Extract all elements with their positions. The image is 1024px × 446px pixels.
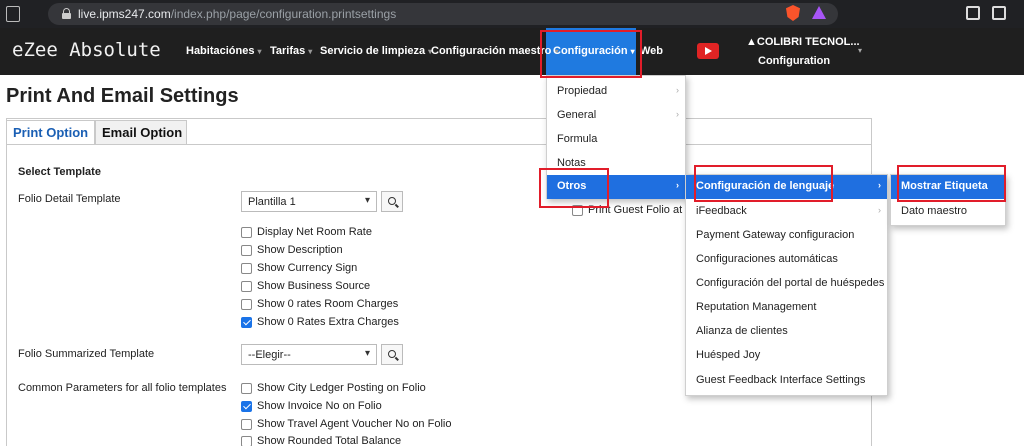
url-text: live.ipms247.com/index.php/page/configur…	[78, 7, 397, 21]
menu-item-dato-maestro[interactable]: Dato maestro	[891, 200, 1005, 224]
user-icon: ▲	[746, 36, 757, 48]
checkbox-box[interactable]	[241, 226, 252, 238]
browser-toolbar: live.ipms247.com/index.php/page/configur…	[0, 0, 1024, 28]
brave-rewards-icon[interactable]	[812, 6, 826, 19]
select-template-heading: Select Template	[18, 166, 101, 178]
checkbox-show-0-room-charges[interactable]: Show 0 rates Room Charges	[241, 298, 398, 310]
sidebar-toggle-icon[interactable]	[966, 6, 980, 20]
chevron-right-icon: ›	[878, 205, 881, 215]
menu-item-portal-huespedes[interactable]: Configuración del portal de huéspedes	[686, 272, 887, 296]
page-title: Print And Email Settings	[6, 85, 239, 107]
menu-item-config-automaticas[interactable]: Configuraciones automáticas	[686, 248, 887, 272]
checkbox-show-currency-sign[interactable]: Show Currency Sign	[241, 262, 357, 274]
checkbox-box[interactable]	[241, 382, 252, 394]
nav-tarifas[interactable]: Tarifas ▾	[270, 45, 312, 57]
checkbox-box-checked[interactable]	[241, 316, 252, 328]
folio-detail-label: Folio Detail Template	[18, 193, 121, 205]
checkbox-invoice-no[interactable]: Show Invoice No on Folio	[241, 400, 382, 412]
checkbox-display-net-room-rate[interactable]: Display Net Room Rate	[241, 226, 372, 238]
common-params-label: Common Parameters for all folio template…	[18, 382, 227, 394]
checkbox-box[interactable]	[241, 280, 252, 292]
user-subtitle: Configuration	[758, 55, 831, 67]
user-name[interactable]: ▲COLIBRI TECNOL...	[746, 36, 860, 48]
annotation-box-lenguaje	[694, 165, 833, 202]
chevron-right-icon: ›	[878, 180, 881, 190]
chevron-down-icon: ▾	[364, 195, 370, 206]
otros-submenu: Configuración de lenguaje › iFeedback › Pa…	[685, 174, 888, 396]
chevron-right-icon: ›	[676, 109, 679, 119]
annotation-box-otros	[539, 168, 609, 208]
chevron-right-icon: ›	[676, 180, 679, 190]
checkbox-show-0-extra-charges[interactable]: Show 0 Rates Extra Charges	[241, 316, 399, 328]
tab-print-option[interactable]: Print Option	[6, 120, 95, 144]
checkbox-show-business-source[interactable]: Show Business Source	[241, 280, 370, 292]
window-icon[interactable]	[992, 6, 1006, 20]
youtube-icon[interactable]	[697, 43, 719, 59]
folio-summarized-label: Folio Summarized Template	[18, 348, 155, 360]
address-bar[interactable]: live.ipms247.com/index.php/page/configur…	[48, 3, 838, 25]
app-logo: eZee Absolute	[12, 39, 161, 61]
folio-detail-search-button[interactable]	[381, 191, 403, 212]
checkbox-travel-agent-voucher[interactable]: Show Travel Agent Voucher No on Folio	[241, 418, 451, 430]
folio-detail-select[interactable]: Plantilla 1 ▾	[241, 191, 377, 212]
menu-item-formula[interactable]: Formula	[547, 128, 685, 152]
checkbox-box[interactable]	[241, 244, 252, 256]
chevron-right-icon: ›	[676, 85, 679, 95]
nav-web[interactable]: Web	[640, 45, 663, 57]
nav-servicio-limpieza[interactable]: Servicio de limpieza ▾	[320, 45, 432, 57]
menu-item-general[interactable]: General ›	[547, 104, 685, 128]
checkbox-rounded-total[interactable]: Show Rounded Total Balance	[241, 435, 401, 446]
folio-summarized-search-button[interactable]	[381, 344, 403, 365]
search-icon	[388, 197, 396, 205]
checkbox-box[interactable]	[241, 262, 252, 274]
menu-item-guest-feedback[interactable]: Guest Feedback Interface Settings	[686, 369, 887, 393]
folio-summarized-select[interactable]: --Elegir-- ▾	[241, 344, 377, 365]
checkbox-box-checked[interactable]	[241, 400, 252, 412]
annotation-box-configuracion	[540, 30, 642, 78]
menu-item-huesped-joy[interactable]: Huésped Joy	[686, 344, 887, 368]
lock-icon	[62, 8, 71, 19]
tab-email-option[interactable]: Email Option	[95, 120, 187, 144]
chevron-down-icon: ▾	[364, 348, 370, 359]
annotation-box-mostrar-etiqueta	[897, 165, 1006, 202]
tab-divider	[6, 144, 872, 145]
checkbox-show-description[interactable]: Show Description	[241, 244, 343, 256]
checkbox-box[interactable]	[241, 418, 252, 430]
search-icon	[388, 350, 396, 358]
checkbox-box[interactable]	[241, 435, 252, 446]
bookmark-icon[interactable]	[6, 6, 20, 22]
menu-item-ifeedback[interactable]: iFeedback ›	[686, 200, 887, 224]
user-caret-icon[interactable]: ▾	[858, 46, 862, 55]
menu-item-payment-gateway[interactable]: Payment Gateway configuracion	[686, 224, 887, 248]
menu-item-reputation[interactable]: Reputation Management	[686, 296, 887, 320]
menu-item-propiedad[interactable]: Propiedad ›	[547, 80, 685, 104]
checkbox-city-ledger-posting[interactable]: Show City Ledger Posting on Folio	[241, 382, 426, 394]
nav-habitaciones[interactable]: Habitaciónes ▾	[186, 45, 261, 57]
menu-item-alianza[interactable]: Alianza de clientes	[686, 320, 887, 344]
checkbox-box[interactable]	[241, 298, 252, 310]
